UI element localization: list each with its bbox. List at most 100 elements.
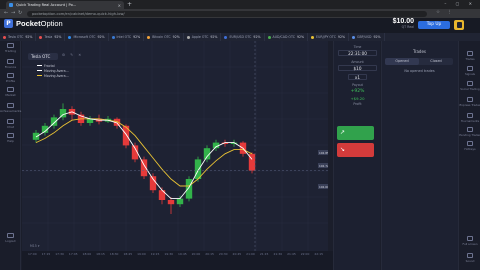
left-sidebar: Trading Finance Profile Market Achievements C… <box>0 41 21 270</box>
time-label: Time <box>353 45 362 49</box>
logout-icon <box>7 233 14 238</box>
right-nav-label: Trades <box>465 57 475 61</box>
right-nav-pending-trades[interactable]: Pending Trades <box>459 127 480 137</box>
x-tick-label: 19:15 <box>150 252 160 256</box>
asset-chip[interactable]: Tesla 92% <box>36 33 66 41</box>
url-field[interactable]: pocketoption.com/en/cabinet/demo-quick-h… <box>27 10 427 17</box>
sidebar-item-profile[interactable]: Profile <box>0 73 21 83</box>
right-nav-signals[interactable]: Signals <box>459 66 480 76</box>
back-icon[interactable]: ← <box>4 10 8 16</box>
trades-title: Trades <box>412 49 427 54</box>
right-nav-trades[interactable]: Trades <box>459 51 480 61</box>
right-nav-hotkeys[interactable]: Hotkeys <box>459 141 480 151</box>
trades-panel <box>381 41 458 270</box>
sidebar-item-label: Profile <box>5 79 16 83</box>
chart-tools[interactable]: ⚙ ✎ ✕ <box>62 53 83 57</box>
symbol-selector[interactable]: Tesla OTC <box>28 53 58 60</box>
right-nav-label: Signals <box>464 72 476 76</box>
sell-down-button[interactable]: ↘ <box>337 143 374 157</box>
indicator-name: Moving Avera... <box>44 73 69 78</box>
asset-name: Apple OTC <box>191 35 209 39</box>
multiplier-input[interactable]: x1 <box>348 74 367 80</box>
asset-name: EUR/USD OTC <box>229 35 252 39</box>
right-nav-sound[interactable]: Sound <box>459 253 480 263</box>
x-axis-ticks: 17:00 17:15 17:30 17:45 18:00 18:15 18:30 18:45… <box>22 252 328 258</box>
logo-text-bold: Pocket <box>16 19 41 28</box>
timeframe-selector[interactable]: M15 ▾ <box>30 244 39 248</box>
asset-payout: 92% <box>296 35 305 39</box>
balance-value: $10.00 <box>392 17 414 25</box>
asset-payout: 92% <box>253 35 261 39</box>
tab-opened[interactable]: Opened <box>385 58 419 65</box>
right-nav-tournaments[interactable]: Tournaments <box>459 113 480 123</box>
sidebar-item-chat[interactable]: Chat <box>0 119 21 129</box>
sidebar-item-finance[interactable]: Finance <box>0 59 21 69</box>
users-icon <box>467 81 473 86</box>
right-nav-label: Express Trades <box>459 103 480 107</box>
asset-payout: 92% <box>172 35 180 39</box>
asset-chip[interactable]: Microsoft OTC 92% <box>65 33 109 41</box>
right-nav-express-trades[interactable]: Express Trades <box>459 97 480 107</box>
profit-label: Profit <box>353 102 362 106</box>
browser-tab[interactable]: Quick Trading Real Account | Po... × <box>6 1 124 9</box>
balance-display[interactable]: $10.00 QT Real <box>370 18 414 29</box>
logout-button[interactable]: Logout <box>0 233 21 243</box>
tab-title: Quick Trading Real Account | Po... <box>16 3 77 7</box>
buy-up-button[interactable]: ↗ <box>337 126 374 140</box>
sidebar-item-trading[interactable]: Trading <box>0 43 21 53</box>
sidebar-item-help[interactable]: Help <box>0 133 21 143</box>
x-tick-label: 21:45 <box>287 252 296 256</box>
x-tick-label: 19:00 <box>137 252 146 256</box>
speaker-icon <box>467 253 473 258</box>
indicator-swatch <box>37 65 42 66</box>
x-tick-label: 22:00 <box>300 252 310 256</box>
x-tick-label: 18:15 <box>96 252 105 256</box>
tab-closed[interactable]: Closed <box>419 58 453 65</box>
asset-icon <box>111 35 115 39</box>
asset-chip[interactable]: EUR/USD OTC 92% <box>221 33 265 41</box>
asset-chip[interactable]: EUR/JPY OTC 92% <box>308 33 350 41</box>
browser-extensions[interactable]: ☆ ⋮ <box>436 10 455 15</box>
forward-icon[interactable]: → <box>11 10 15 16</box>
indicator-item[interactable]: Moving Avera... <box>37 73 69 78</box>
asset-chip[interactable]: AUD/CAD OTC 92% <box>265 33 309 41</box>
asset-chip[interactable]: Bitcoin OTC 92% <box>144 33 184 41</box>
no-trades-message: No opened trades <box>404 69 435 73</box>
pocket-option-logo[interactable]: P PocketOption <box>4 19 63 28</box>
candle-body <box>176 198 184 205</box>
sidebar-item-achievements[interactable]: Achievements <box>0 103 21 113</box>
asset-chip[interactable]: GBP/USD 92% <box>349 33 385 41</box>
x-tick-label: 20:30 <box>218 252 228 256</box>
close-tab-icon[interactable]: × <box>118 3 121 8</box>
asset-chip[interactable]: Tesla OTC 92% <box>0 33 37 41</box>
right-nav-label: Full screen <box>462 242 478 246</box>
window-controls[interactable]: – ▢ ✕ <box>444 1 476 6</box>
asset-chip[interactable]: Intel OTC 92% <box>109 33 145 41</box>
asset-icon <box>68 35 72 39</box>
right-sidebar: Trades Signals Social Trading Express Trade… <box>458 41 480 270</box>
time-input[interactable]: 22:31:00 <box>338 50 377 56</box>
candle-body <box>185 179 193 199</box>
right-nav-social-trading[interactable]: Social Trading <box>459 81 480 91</box>
sidebar-item-market[interactable]: Market <box>0 87 21 97</box>
amount-input[interactable]: $10 <box>338 65 377 71</box>
arrow-down-icon: ↘ <box>340 146 346 153</box>
avatar[interactable] <box>454 20 464 30</box>
bell-icon <box>467 66 473 71</box>
x-tick-label: 17:15 <box>41 252 51 256</box>
right-nav-label: Pending Trades <box>459 133 480 137</box>
asset-payout: 92% <box>373 35 381 39</box>
indicator-swatch <box>37 70 42 71</box>
list-icon <box>467 51 473 56</box>
wallet-icon <box>7 59 14 64</box>
moving-average-fast-line <box>35 111 253 200</box>
top-up-button[interactable]: Top Up <box>418 21 450 29</box>
trophy-icon <box>7 103 14 108</box>
reload-icon[interactable]: ↻ <box>18 10 22 16</box>
asset-chip[interactable]: Apple OTC 92% <box>184 33 222 41</box>
candle-body <box>32 132 40 140</box>
right-nav-full-screen[interactable]: Full screen <box>459 236 480 246</box>
new-tab-button[interactable]: + <box>127 1 132 8</box>
payout-label: Payout <box>352 83 363 87</box>
asset-payout: 92% <box>97 35 105 39</box>
